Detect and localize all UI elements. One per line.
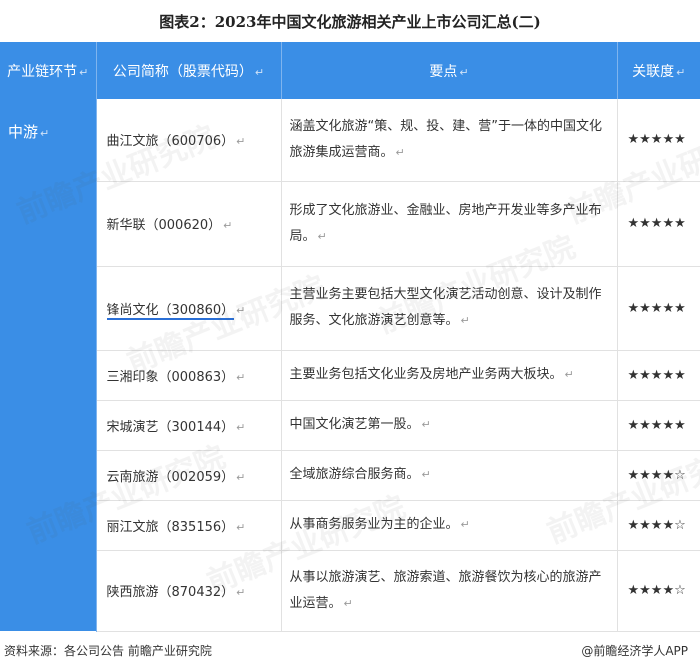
table-row: 云南旅游（002059） ↵ 全域旅游综合服务商。 ↵ ★★★★☆ bbox=[0, 450, 700, 501]
key-points-cell: 从事以旅游演艺、旅游索道、旅游餐饮为核心的旅游产业运营。 ↵ bbox=[281, 550, 618, 632]
table-row: 锋尚文化（300860） ↵ 主营业务主要包括大型文化演艺活动创意、设计及制作服务… bbox=[0, 266, 700, 351]
company-cell: 云南旅游（002059） ↵ bbox=[96, 450, 282, 501]
header-key-points: 要点 ↵ bbox=[281, 42, 618, 99]
relevance-rating: ★★★★☆ bbox=[617, 450, 700, 501]
source-note: 资料来源：各公司公告 前瞻产业研究院 bbox=[4, 644, 212, 658]
relevance-rating: ★★★★★ bbox=[617, 350, 700, 401]
brand-credit: @前瞻经济学人APP bbox=[581, 644, 688, 658]
company-cell: 陕西旅游（870432） ↵ bbox=[96, 550, 282, 632]
relevance-rating: ★★★★★ bbox=[617, 400, 700, 451]
table-header-row: 产业链环节 ↵ 公司简称（股票代码） ↵ 要点 ↵ 关联度 ↵ bbox=[0, 42, 700, 99]
company-cell: 新华联（000620） ↵ bbox=[96, 181, 282, 267]
relevance-rating: ★★★★☆ bbox=[617, 500, 700, 551]
table-row: 新华联（000620） ↵ 形成了文化旅游业、金融业、房地产开发业等多产业布局。 ↵… bbox=[0, 181, 700, 267]
company-cell: 宋城演艺（300144） ↵ bbox=[96, 400, 282, 451]
stage-cell: 中游 ↵ bbox=[0, 99, 97, 631]
key-points-cell: 全域旅游综合服务商。 ↵ bbox=[281, 450, 618, 501]
key-points-cell: 涵盖文化旅游“策、规、投、建、营”于一体的中国文化旅游集成运营商。 ↵ bbox=[281, 99, 618, 182]
key-points-cell: 形成了文化旅游业、金融业、房地产开发业等多产业布局。 ↵ bbox=[281, 181, 618, 267]
figure-title: 图表2：2023年中国文化旅游相关产业上市公司汇总(二) bbox=[159, 12, 541, 31]
key-points-cell: 从事商务服务业为主的企业。 ↵ bbox=[281, 500, 618, 551]
company-cell: 三湘印象（000863） ↵ bbox=[96, 350, 282, 401]
company-table: 产业链环节 ↵ 公司简称（股票代码） ↵ 要点 ↵ 关联度 ↵ 中游 ↵ 曲江文旅（600… bbox=[0, 42, 700, 632]
company-cell: 锋尚文化（300860） ↵ bbox=[96, 266, 282, 351]
header-company: 公司简称（股票代码） ↵ bbox=[96, 42, 282, 99]
table-row: 宋城演艺（300144） ↵ 中国文化演艺第一股。 ↵ ★★★★★ bbox=[0, 400, 700, 451]
footer: 资料来源：各公司公告 前瞻产业研究院 @前瞻经济学人APP bbox=[0, 634, 700, 670]
table-row: 三湘印象（000863） ↵ 主要业务包括文化业务及房地产业务两大板块。 ↵ ★★★… bbox=[0, 350, 700, 401]
company-cell: 曲江文旅（600706） ↵ bbox=[96, 99, 282, 182]
header-stage: 产业链环节 ↵ bbox=[0, 42, 97, 99]
relevance-rating: ★★★★☆ bbox=[617, 550, 700, 632]
relevance-rating: ★★★★★ bbox=[617, 181, 700, 267]
table-row: 陕西旅游（870432） ↵ 从事以旅游演艺、旅游索道、旅游餐饮为核心的旅游产业运… bbox=[0, 550, 700, 632]
table-row: 中游 ↵ 曲江文旅（600706） ↵ 涵盖文化旅游“策、规、投、建、营”于一体的中… bbox=[0, 99, 700, 631]
key-points-cell: 主营业务主要包括大型文化演艺活动创意、设计及制作服务、文化旅游演艺创意等。 ↵ bbox=[281, 266, 618, 351]
key-points-cell: 主要业务包括文化业务及房地产业务两大板块。 ↵ bbox=[281, 350, 618, 401]
header-relevance: 关联度 ↵ bbox=[617, 42, 700, 99]
company-cell: 丽江文旅（835156） ↵ bbox=[96, 500, 282, 551]
relevance-rating: ★★★★★ bbox=[617, 99, 700, 182]
key-points-cell: 中国文化演艺第一股。 ↵ bbox=[281, 400, 618, 451]
table-row: 丽江文旅（835156） ↵ 从事商务服务业为主的企业。 ↵ ★★★★☆ bbox=[0, 500, 700, 551]
relevance-rating: ★★★★★ bbox=[617, 266, 700, 351]
